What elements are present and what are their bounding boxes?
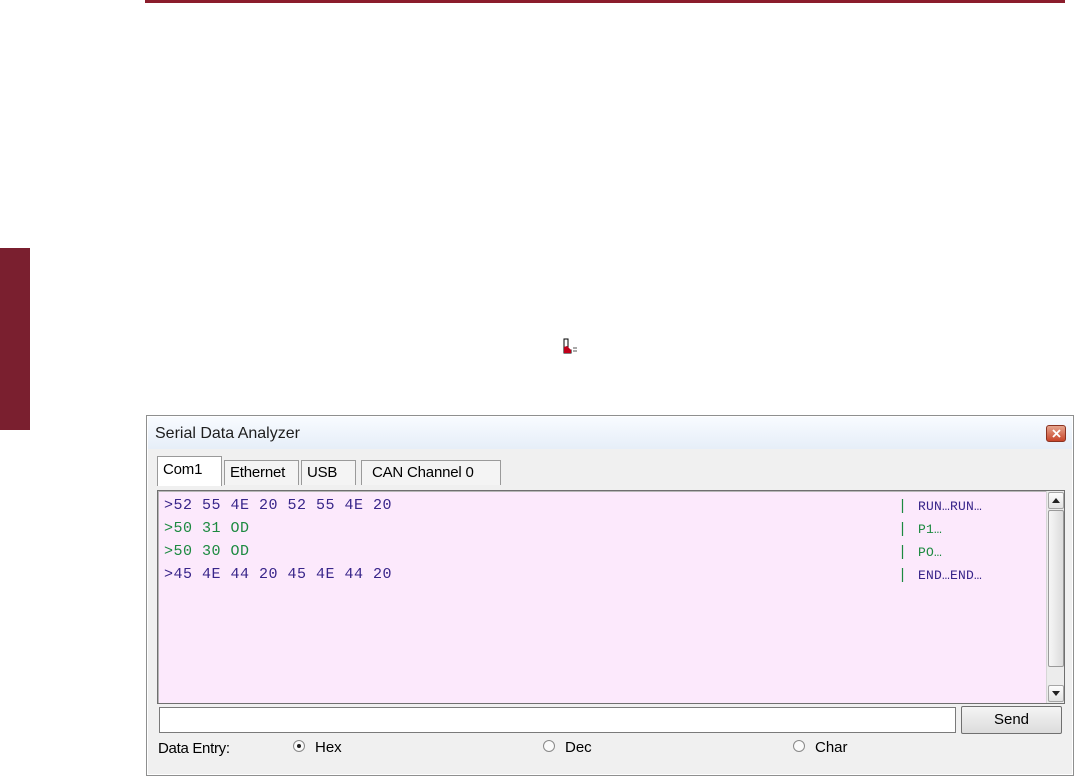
radio-dec-label: Dec: [565, 739, 592, 756]
radio-hex-circle[interactable]: [293, 740, 305, 752]
log-line-hex: >50 31 OD: [164, 520, 250, 537]
log-line-hex: >45 4E 44 20 45 4E 44 20: [164, 566, 392, 583]
tab-strip: Com1 Ethernet USB CAN Channel 0: [157, 456, 1061, 486]
close-icon: [1052, 429, 1061, 438]
scroll-down-button[interactable]: [1048, 685, 1064, 702]
log-line-ascii: P1…: [918, 522, 943, 537]
radio-hex-label: Hex: [315, 739, 342, 756]
window-title: Serial Data Analyzer: [155, 425, 300, 442]
log-line-ascii: RUN…RUN…: [918, 499, 983, 514]
send-button[interactable]: Send: [961, 706, 1062, 734]
vertical-scrollbar[interactable]: [1046, 491, 1064, 703]
close-button[interactable]: [1046, 425, 1066, 442]
log-line-hex: >50 30 OD: [164, 543, 250, 560]
log-separator: |: [898, 544, 908, 561]
arrow-down-icon: [1052, 691, 1060, 696]
serial-data-analyzer-window: Serial Data Analyzer Com1 Ethernet USB C…: [146, 415, 1074, 776]
top-rule: [145, 0, 1065, 3]
scroll-up-button[interactable]: [1048, 492, 1064, 509]
data-log-area[interactable]: >52 55 4E 20 52 55 4E 20 | RUN…RUN… >50 …: [157, 490, 1065, 704]
radio-char-circle[interactable]: [793, 740, 805, 752]
log-line-hex: >52 55 4E 20 52 55 4E 20: [164, 497, 392, 514]
log-line-ascii: PO…: [918, 545, 943, 560]
log-hex: >50 31 OD: [164, 520, 250, 537]
tab-can-channel-0[interactable]: CAN Channel 0: [361, 460, 501, 485]
log-separator: |: [898, 498, 908, 515]
radio-dec-circle[interactable]: [543, 740, 555, 752]
title-bar: Serial Data Analyzer: [148, 417, 1072, 449]
arrow-up-icon: [1052, 498, 1060, 503]
tab-ethernet[interactable]: Ethernet: [224, 460, 299, 485]
log-hex: >45 4E 44 20 45 4E 44 20: [164, 566, 393, 583]
log-separator: |: [898, 567, 908, 584]
data-entry-label: Data Entry:: [158, 740, 230, 757]
log-hex: >52 55 4E 20 52 55 4E 20: [164, 497, 393, 514]
side-bar: [0, 248, 30, 430]
data-entry-input[interactable]: [159, 707, 956, 733]
log-separator: |: [898, 521, 908, 538]
log-line-ascii: END…END…: [918, 568, 983, 583]
radio-char-label: Char: [815, 739, 848, 756]
hand-cursor-icon: [563, 338, 577, 354]
log-hex: >50 30 OD: [164, 543, 250, 560]
tab-com1[interactable]: Com1: [157, 456, 222, 486]
tab-usb[interactable]: USB: [301, 460, 356, 485]
radio-selected-dot: [297, 744, 301, 748]
scroll-thumb[interactable]: [1048, 510, 1064, 667]
